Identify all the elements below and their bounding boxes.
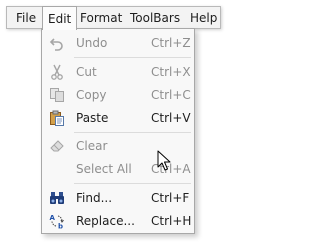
menu-item-shortcut: Ctrl+F bbox=[151, 191, 190, 205]
undo-icon bbox=[49, 35, 65, 51]
separator bbox=[74, 183, 191, 184]
menu-toolbars[interactable]: ToolBars bbox=[130, 11, 180, 25]
menu-edit[interactable]: Edit bbox=[42, 6, 78, 30]
menu-item-label: Clear bbox=[76, 139, 108, 153]
menu-item-shortcut: Ctrl+H bbox=[151, 214, 192, 228]
menu-item-label: Undo bbox=[76, 36, 108, 50]
svg-text:b: b bbox=[58, 223, 63, 230]
menu-item-label: Copy bbox=[76, 88, 107, 102]
menu-bar: File Edit Format ToolBars Help bbox=[6, 6, 221, 30]
menu-item-paste[interactable]: Paste Ctrl+V bbox=[42, 107, 194, 129]
binoculars-icon bbox=[49, 190, 65, 206]
menu-format[interactable]: Format bbox=[80, 11, 122, 25]
edit-dropdown-menu: Undo Ctrl+Z Cut Ctrl+X Copy Ctrl+C Paste… bbox=[41, 28, 195, 234]
clipboard-icon bbox=[49, 110, 65, 126]
scissors-icon bbox=[49, 64, 65, 80]
svg-text:A: A bbox=[50, 214, 56, 222]
menu-item-shortcut: Ctrl+C bbox=[151, 88, 191, 102]
copy-icon bbox=[49, 87, 65, 103]
menu-item-copy[interactable]: Copy Ctrl+C bbox=[42, 84, 194, 106]
mouse-cursor-icon bbox=[157, 150, 171, 175]
menu-file[interactable]: File bbox=[16, 11, 36, 25]
menu-item-shortcut: Ctrl+X bbox=[151, 65, 191, 79]
separator bbox=[74, 132, 191, 133]
menu-item-shortcut: Ctrl+V bbox=[151, 111, 191, 125]
menu-item-find[interactable]: Find... Ctrl+F bbox=[42, 187, 194, 209]
menu-item-label: Cut bbox=[76, 65, 97, 79]
menu-item-label: Find... bbox=[76, 191, 113, 205]
menu-item-label: Paste bbox=[76, 111, 109, 125]
menu-item-select-all[interactable]: Select All Ctrl+A bbox=[42, 158, 194, 180]
menu-item-clear[interactable]: Clear bbox=[42, 135, 194, 157]
separator bbox=[74, 57, 191, 58]
menu-item-replace[interactable]: A b Replace... Ctrl+H bbox=[42, 210, 194, 232]
menu-help[interactable]: Help bbox=[190, 11, 217, 25]
menu-item-shortcut: Ctrl+Z bbox=[151, 36, 191, 50]
menu-item-undo[interactable]: Undo Ctrl+Z bbox=[42, 32, 194, 54]
menu-item-label: Select All bbox=[76, 162, 132, 176]
eraser-icon bbox=[49, 138, 65, 154]
menu-item-cut[interactable]: Cut Ctrl+X bbox=[42, 61, 194, 83]
menu-item-label: Replace... bbox=[76, 214, 135, 228]
replace-icon: A b bbox=[49, 213, 65, 229]
